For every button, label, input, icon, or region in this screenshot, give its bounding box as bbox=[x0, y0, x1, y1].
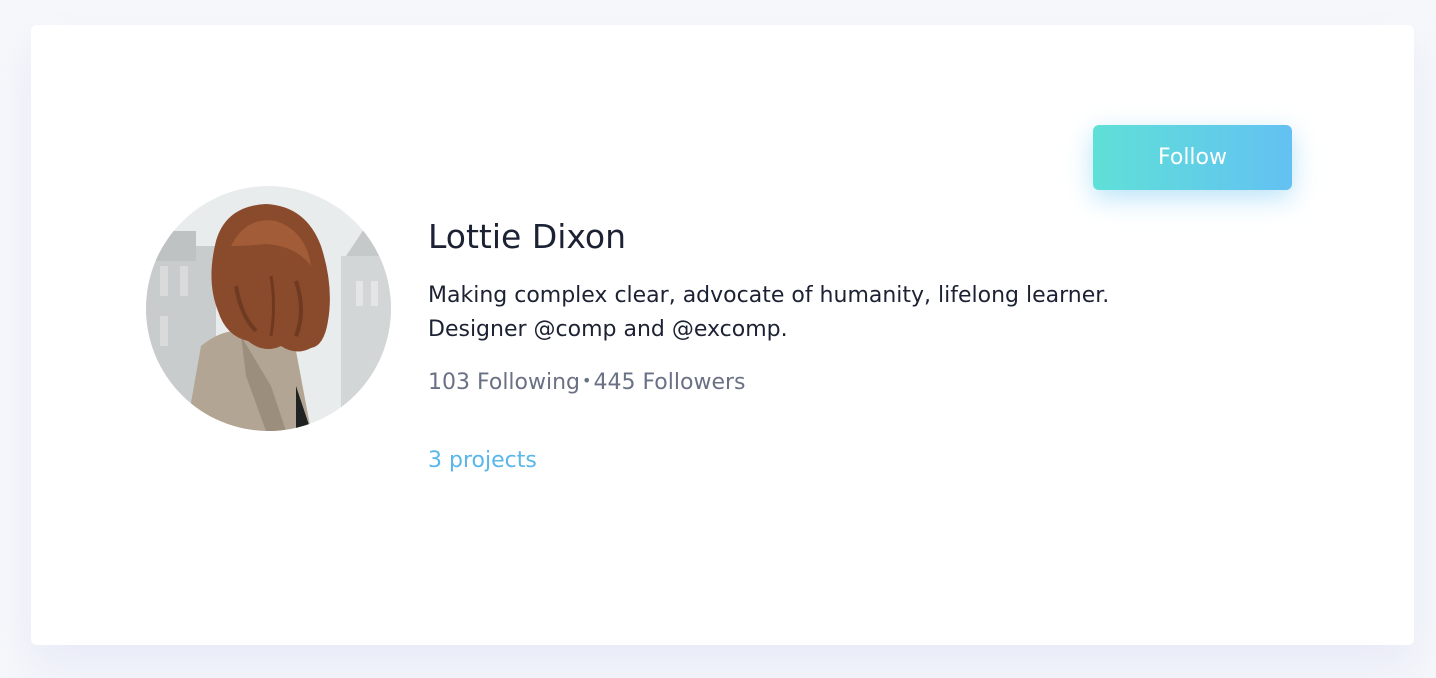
profile-stats: 103 Following •445 Followers bbox=[428, 370, 746, 395]
projects-link[interactable]: 3 projects bbox=[428, 448, 537, 473]
profile-name: Lottie Dixon bbox=[428, 217, 627, 256]
following-count[interactable]: 103 Following bbox=[428, 370, 580, 395]
avatar-photo-icon bbox=[146, 186, 391, 431]
follow-button[interactable]: Follow bbox=[1093, 125, 1292, 190]
bio-line-1: Making complex clear, advocate of humani… bbox=[428, 283, 1110, 308]
bio-line-2: Designer @comp and @excomp. bbox=[428, 317, 788, 342]
followers-count[interactable]: 445 Followers bbox=[593, 370, 745, 395]
profile-card: Lottie Dixon Making complex clear, advoc… bbox=[31, 25, 1414, 645]
profile-bio: Making complex clear, advocate of humani… bbox=[428, 279, 1128, 347]
stats-separator: • bbox=[582, 371, 592, 390]
avatar bbox=[146, 186, 391, 431]
